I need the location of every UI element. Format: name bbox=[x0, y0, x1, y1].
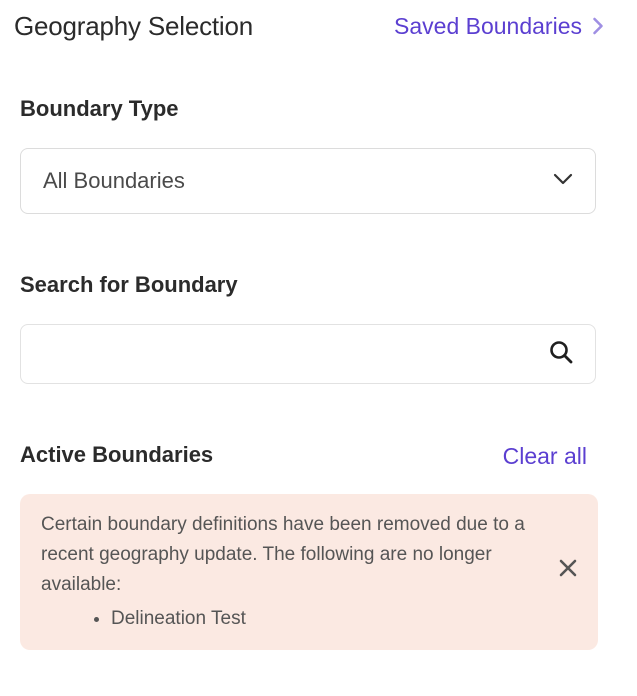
search-boundary-label: Search for Boundary bbox=[20, 272, 238, 297]
close-icon[interactable] bbox=[558, 558, 578, 578]
page-title: Geography Selection bbox=[14, 10, 254, 41]
boundary-type-select[interactable]: All Boundaries bbox=[20, 148, 596, 214]
panel-header: Geography Selection Saved Boundaries bbox=[14, 8, 604, 44]
chevron-right-icon bbox=[592, 17, 604, 35]
boundary-type-label: Boundary Type bbox=[20, 96, 179, 121]
geography-selection-panel: Geography Selection Saved Boundaries Bou… bbox=[0, 0, 637, 696]
list-item: Delineation Test bbox=[111, 604, 538, 634]
clear-all-button[interactable]: Clear all bbox=[503, 443, 587, 470]
search-icon[interactable] bbox=[549, 340, 573, 369]
removed-items-list: Delineation Test bbox=[41, 604, 538, 634]
chevron-down-icon bbox=[553, 172, 573, 190]
removed-boundaries-alert: Certain boundary definitions have been r… bbox=[20, 494, 598, 650]
boundary-type-selected-value: All Boundaries bbox=[43, 168, 185, 193]
search-box bbox=[20, 324, 596, 384]
active-boundaries-label: Active Boundaries bbox=[20, 442, 214, 467]
search-input[interactable] bbox=[43, 341, 549, 367]
saved-boundaries-label: Saved Boundaries bbox=[394, 12, 582, 39]
saved-boundaries-link[interactable]: Saved Boundaries bbox=[394, 13, 604, 40]
alert-message: Certain boundary definitions have been r… bbox=[41, 514, 525, 595]
